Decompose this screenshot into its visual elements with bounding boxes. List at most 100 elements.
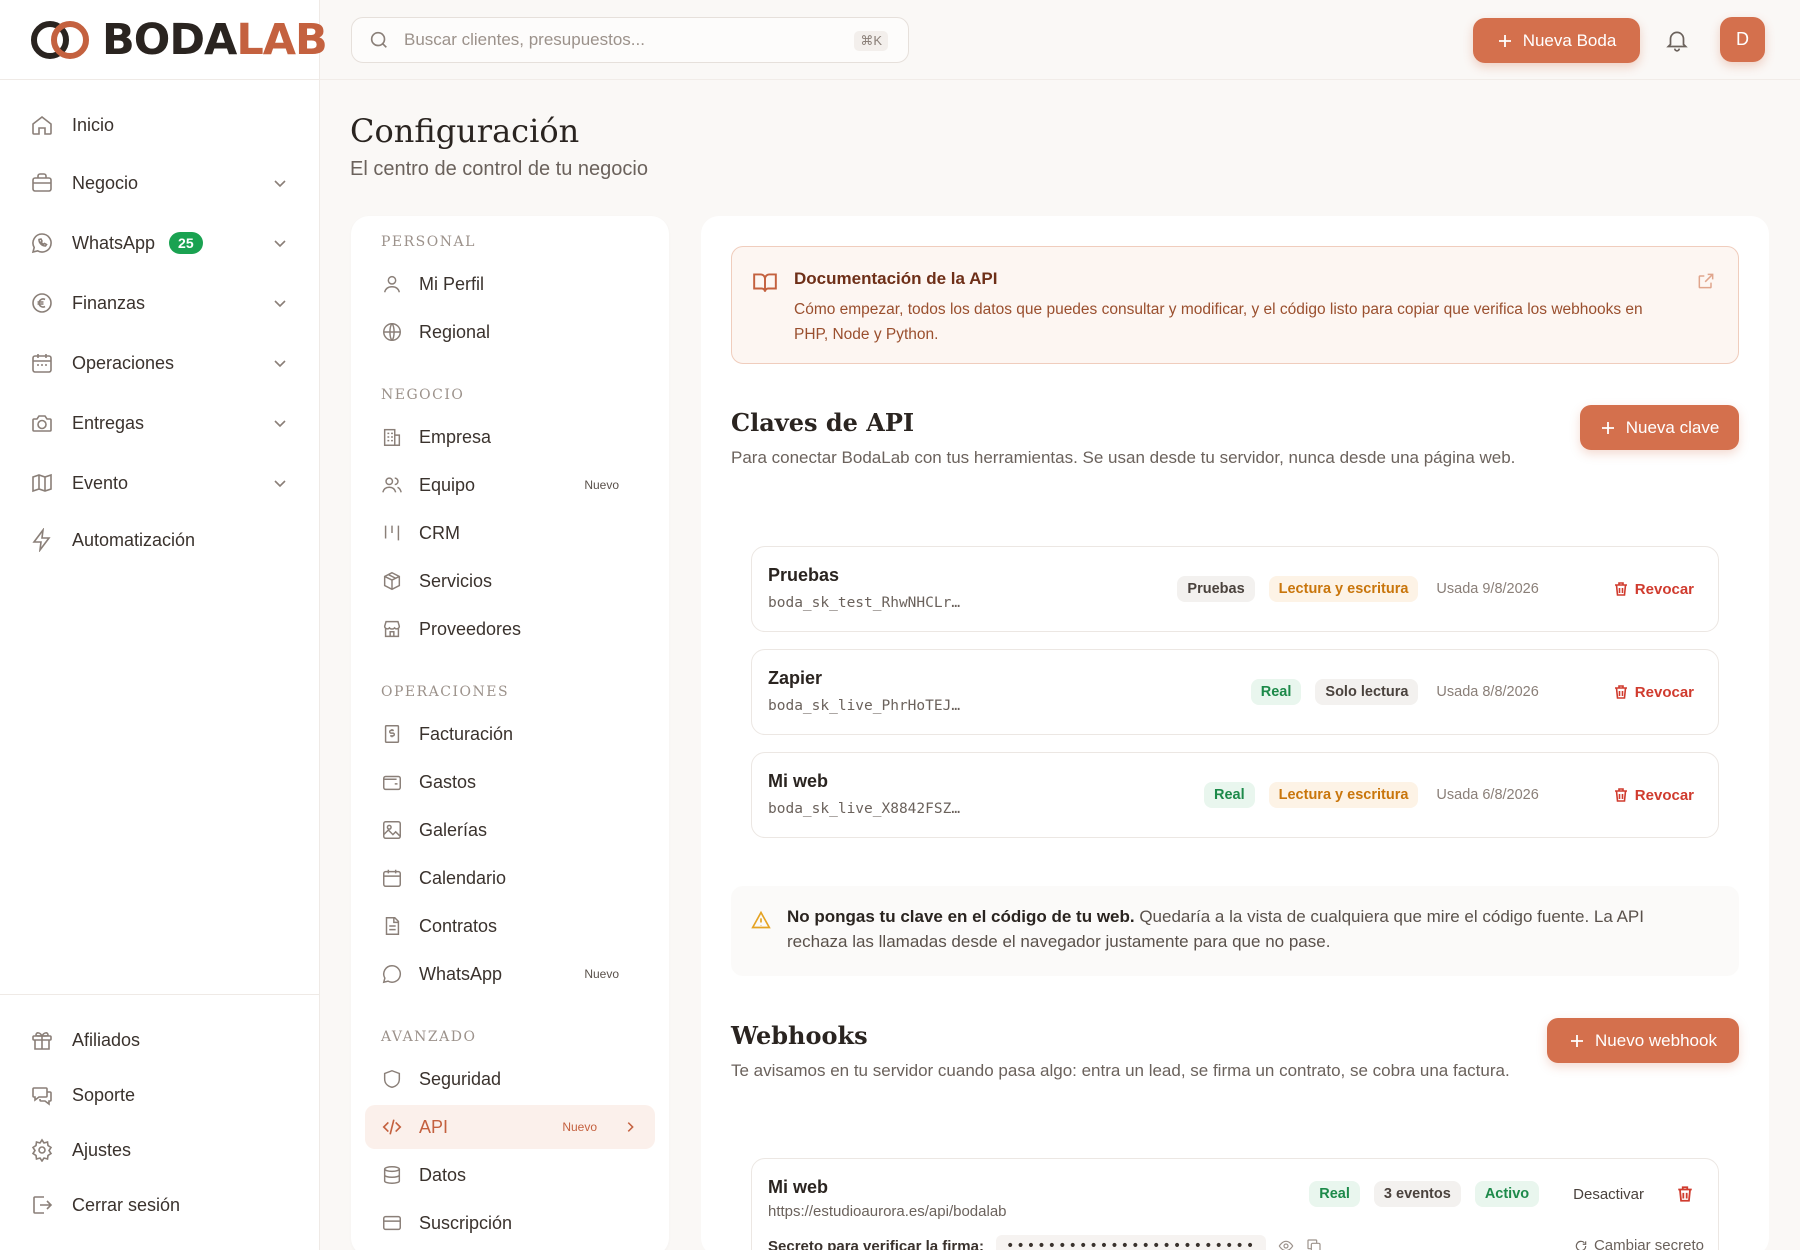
settings-item-servicios[interactable]: Servicios: [365, 559, 655, 603]
nav-item-afiliados[interactable]: Afiliados: [22, 1018, 298, 1062]
settings-item-label: Calendario: [419, 867, 507, 888]
brand-name-part1: BODA: [102, 15, 237, 65]
nav-label: Automatización: [72, 529, 196, 550]
secret-label: Secreto para verificar la firma:: [768, 1237, 984, 1250]
rotate-secret-button[interactable]: Cambiar secreto: [1574, 1237, 1704, 1250]
revoke-button[interactable]: Revocar: [1613, 787, 1694, 804]
settings-item-galerias[interactable]: Galerías: [365, 808, 655, 852]
avatar[interactable]: D: [1720, 17, 1765, 62]
settings-item-gastos[interactable]: Gastos: [365, 760, 655, 804]
settings-item-empresa[interactable]: Empresa: [365, 415, 655, 459]
webhooks-title: Webhooks: [731, 1021, 868, 1050]
nav-item-evento[interactable]: Evento: [22, 461, 298, 505]
settings-item-label: Contratos: [419, 915, 498, 936]
nav-item-inicio[interactable]: Inicio: [22, 103, 298, 147]
divider: [0, 994, 320, 995]
external-link-icon[interactable]: [1696, 271, 1716, 291]
trash-icon: [1614, 685, 1627, 699]
new-tag: Nuevo: [584, 478, 619, 492]
shortcut-hint: ⌘K: [854, 31, 888, 51]
new-wedding-button[interactable]: Nueva Boda: [1473, 18, 1640, 63]
image-icon: [383, 821, 401, 839]
environment-badge: Real: [1309, 1181, 1360, 1207]
settings-item-regional[interactable]: Regional: [365, 310, 655, 354]
revoke-button[interactable]: Revocar: [1613, 684, 1694, 701]
api-key-value: boda_sk_test_RhwNHCLr…: [768, 595, 961, 611]
nav-item-operaciones[interactable]: Operaciones: [22, 341, 298, 385]
brand-wordmark: BODALAB: [102, 15, 328, 65]
avatar-initial: D: [1736, 29, 1749, 49]
settings-item-seguridad[interactable]: Seguridad: [365, 1057, 655, 1101]
nav-item-automatizacion[interactable]: Automatización: [22, 518, 298, 562]
new-webhook-button[interactable]: Nuevo webhook: [1547, 1018, 1739, 1063]
team-icon: [382, 477, 402, 493]
invoice-icon: [384, 725, 400, 743]
nav-label: Operaciones: [72, 352, 175, 373]
settings-item-crm[interactable]: CRM: [365, 511, 655, 555]
settings-item-equipo[interactable]: Equipo Nuevo: [365, 463, 655, 507]
settings-item-suscripcion[interactable]: Suscripción: [365, 1201, 655, 1245]
webhook-url: https://estudioaurora.es/api/bodalab: [768, 1203, 1007, 1220]
nav-label: Entregas: [72, 412, 145, 433]
api-docs-description: Cómo empezar, todos los datos que puedes…: [794, 301, 1643, 343]
nav-item-whatsapp[interactable]: WhatsApp 25: [22, 221, 298, 265]
brand-logo[interactable]: BODALAB: [30, 15, 328, 65]
api-key-name: Mi web: [768, 771, 829, 791]
new-api-key-button[interactable]: Nueva clave: [1580, 405, 1739, 450]
settings-item-proveedores[interactable]: Proveedores: [365, 607, 655, 651]
search-bar[interactable]: ⌘K: [351, 17, 909, 63]
code-icon: [382, 1119, 402, 1135]
settings-item-api[interactable]: API Nuevo: [365, 1105, 655, 1149]
copy-icon[interactable]: [1306, 1238, 1322, 1250]
api-key-value: boda_sk_live_X8842FSZ…: [768, 801, 961, 817]
settings-item-mi-perfil[interactable]: Mi Perfil: [365, 262, 655, 306]
nav-item-entregas[interactable]: Entregas: [22, 401, 298, 445]
nav-item-negocio[interactable]: Negocio: [22, 161, 298, 205]
scope-badge: Lectura y escritura: [1268, 782, 1419, 808]
nav-item-ajustes[interactable]: Ajustes: [22, 1128, 298, 1172]
plus-icon: [1498, 34, 1511, 47]
shield-icon: [383, 1069, 401, 1089]
warning-icon: [751, 910, 771, 929]
divider: [320, 79, 1800, 80]
settings-item-label: Mi Perfil: [419, 273, 485, 294]
api-docs-banner[interactable]: Documentación de la API Cómo empezar, to…: [731, 246, 1739, 364]
bolt-icon: [32, 528, 51, 552]
new-api-key-label: Nueva clave: [1625, 417, 1720, 437]
camera-icon: [32, 415, 52, 432]
settings-item-label: Galerías: [419, 819, 488, 840]
api-key-row: Zapier boda_sk_live_PhrHoTEJ… Real Solo …: [751, 649, 1719, 735]
api-key-row: Pruebas boda_sk_test_RhwNHCLr… Pruebas L…: [751, 546, 1719, 632]
search-input[interactable]: [404, 30, 844, 50]
settings-item-calendario[interactable]: Calendario: [365, 856, 655, 900]
revoke-button[interactable]: Revocar: [1613, 581, 1694, 598]
home-icon: [32, 115, 52, 135]
secret-value: ••••••••••••••••••••••••: [995, 1235, 1267, 1250]
eye-icon[interactable]: [1278, 1238, 1294, 1250]
settings-item-datos[interactable]: Datos: [365, 1153, 655, 1197]
chevron-down-icon: [274, 300, 286, 308]
nav-item-cerrar-sesion[interactable]: Cerrar sesión: [22, 1183, 298, 1227]
gift-icon: [32, 1032, 52, 1050]
last-used-text: Usada 8/8/2026: [1436, 684, 1539, 700]
brand-name-part2: LAB: [236, 15, 327, 65]
new-tag: Nuevo: [584, 967, 619, 981]
nav-item-finanzas[interactable]: Finanzas: [22, 281, 298, 325]
plus-icon: [1601, 421, 1614, 434]
whatsapp-icon: [31, 233, 52, 254]
trash-icon[interactable]: [1676, 1185, 1694, 1203]
settings-item-facturacion[interactable]: Facturación: [365, 712, 655, 756]
bell-icon[interactable]: [1664, 27, 1690, 53]
deactivate-button[interactable]: Desactivar: [1573, 1186, 1644, 1203]
last-used-text: Usada 9/8/2026: [1436, 581, 1539, 597]
book-icon: [753, 273, 777, 292]
nav-item-soporte[interactable]: Soporte: [22, 1073, 298, 1117]
page-title: Configuración: [350, 112, 580, 150]
scope-badge: Lectura y escritura: [1268, 576, 1419, 602]
settings-item-label: Servicios: [419, 570, 493, 591]
chevron-down-icon: [274, 180, 286, 188]
store-icon: [383, 620, 401, 638]
divider: [0, 79, 320, 80]
settings-item-contratos[interactable]: Contratos: [365, 904, 655, 948]
settings-item-whatsapp[interactable]: WhatsApp Nuevo: [365, 952, 655, 996]
